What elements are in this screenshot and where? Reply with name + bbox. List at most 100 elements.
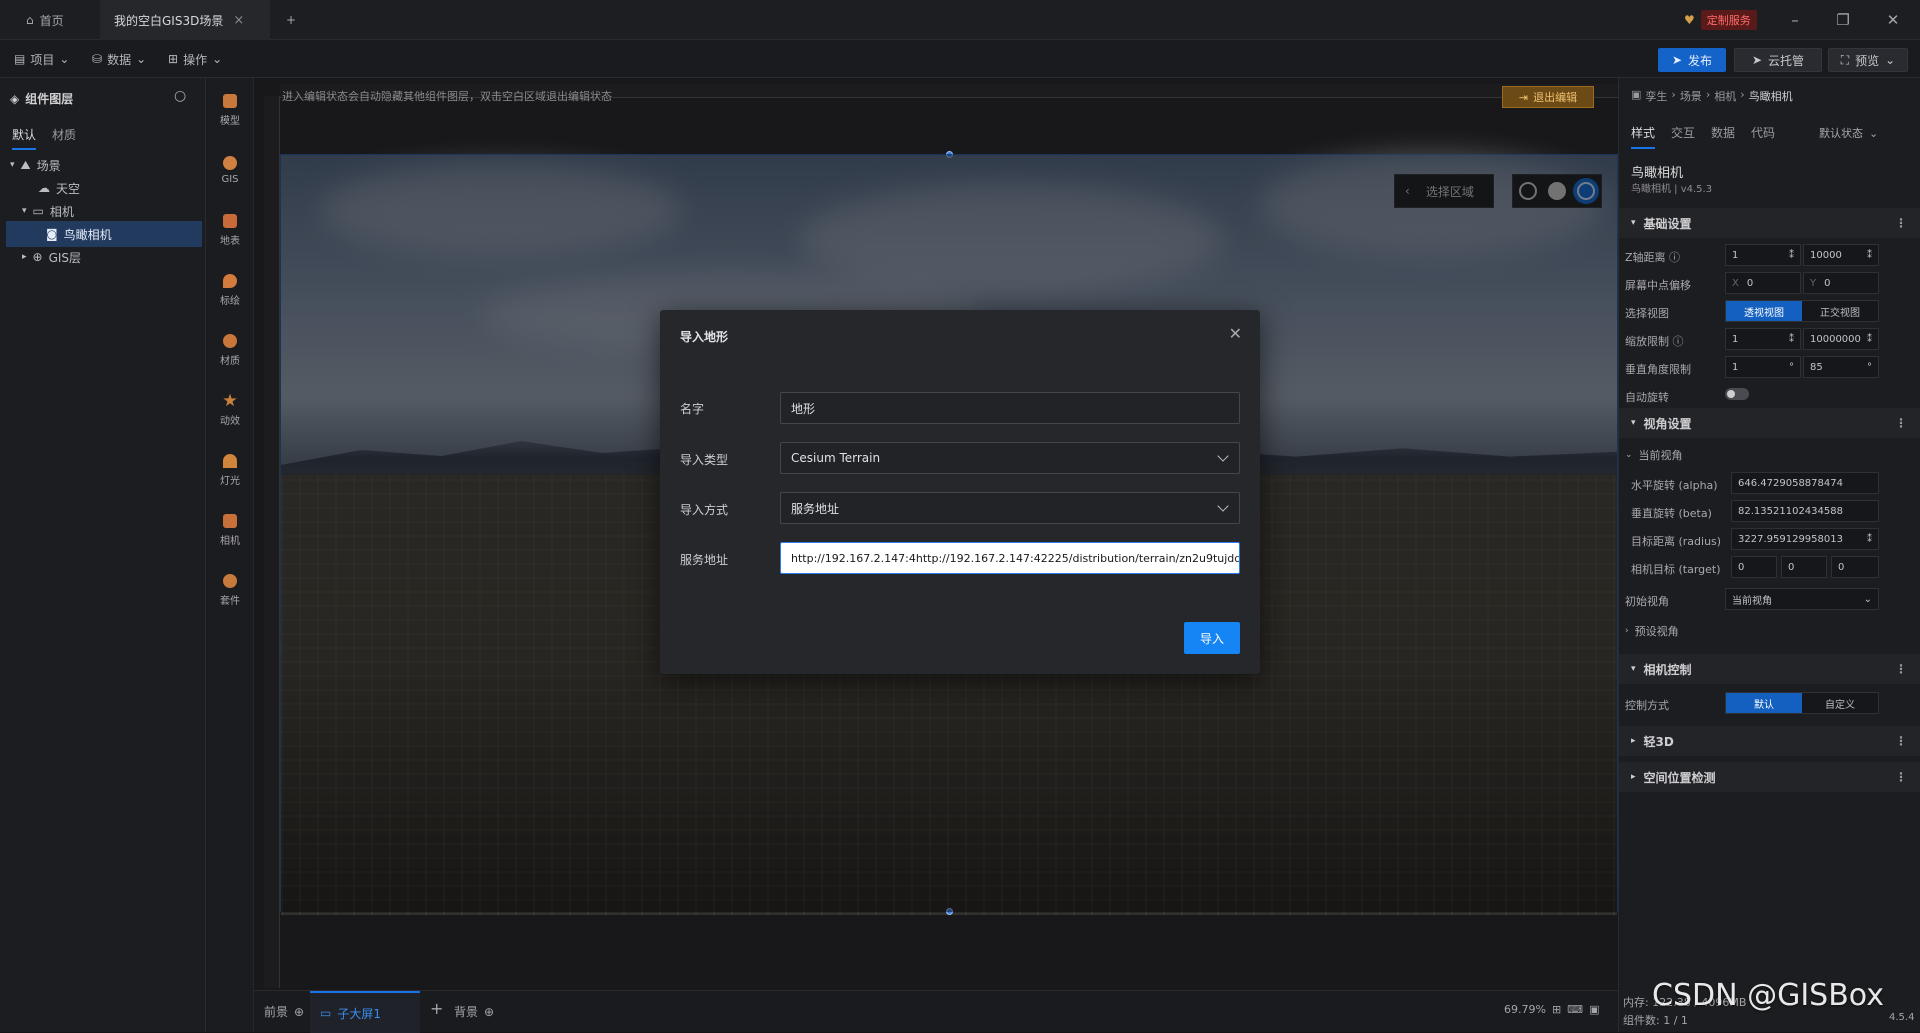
offset-x-input[interactable]: X0 (1725, 272, 1801, 294)
beta-input[interactable]: 82.13521102434588 (1731, 500, 1879, 522)
breadcrumb-item[interactable]: 场景 (1680, 88, 1702, 104)
control-method-select[interactable]: 默认 自定义 (1725, 692, 1879, 714)
add-circle-icon[interactable]: ⊕ (294, 1005, 304, 1019)
service-url-field[interactable]: http://192.167.2.147:4http://192.167.2.1… (780, 542, 1240, 574)
view-select[interactable]: 透视视图 正交视图 (1725, 300, 1879, 322)
minimize-button[interactable]: – (1772, 0, 1818, 40)
tab-document[interactable]: 我的空白GIS3D场景 × (100, 0, 270, 40)
import-type-select[interactable]: Cesium Terrain (780, 442, 1240, 474)
front-layer-tab[interactable]: 前景 ⊕ (264, 1003, 304, 1020)
custom-service-link[interactable]: ♥ 定制服务 (1684, 10, 1757, 30)
tab-data[interactable]: 数据 (1711, 124, 1735, 149)
state-value: 默认状态 (1819, 127, 1863, 140)
rail-item-effects[interactable]: 动效 (206, 384, 254, 436)
preset-view-group[interactable]: › 预设视角 (1625, 618, 1915, 644)
tab-code[interactable]: 代码 (1751, 124, 1775, 149)
rail-label: 标绘 (220, 295, 240, 307)
terminal-icon[interactable]: ▣ (1589, 1003, 1599, 1016)
z-min-input[interactable]: 1 ⁑ (1725, 244, 1801, 266)
prop-label: Z轴距离 ⓘ (1625, 251, 1681, 264)
preview-label: 预览 (1855, 53, 1880, 68)
tab-interaction[interactable]: 交互 (1671, 124, 1695, 149)
offset-y-input[interactable]: Y0 (1803, 272, 1879, 294)
new-tab-button[interactable]: + (272, 0, 310, 40)
more-icon[interactable]: ⋮ (1895, 662, 1907, 676)
name-field[interactable]: 地形 (780, 392, 1240, 424)
back-layer-tab[interactable]: 背景 ⊕ (454, 1003, 494, 1020)
alpha-input[interactable]: 646.4729058878474 (1731, 472, 1879, 494)
menu-project[interactable]: ▤ 项目 ⌄ (14, 48, 69, 70)
close-window-button[interactable]: ✕ (1870, 0, 1916, 40)
tab-style[interactable]: 样式 (1631, 124, 1656, 149)
auto-rotate-toggle[interactable] (1725, 388, 1749, 400)
rail-item-camera[interactable]: 相机 (206, 504, 254, 556)
default-option[interactable]: 默认 (1726, 693, 1802, 713)
menu-data[interactable]: ⛁ 数据 ⌄ (92, 48, 146, 70)
rail-item-gis[interactable]: GIS (206, 144, 254, 196)
target-y-input[interactable]: 0 (1781, 556, 1827, 578)
tree-item-label: 鸟瞰相机 (63, 227, 112, 242)
import-button[interactable]: 导入 (1184, 622, 1240, 654)
z-max-input[interactable]: 10000 ⁑ (1803, 244, 1879, 266)
rail-item-terrain[interactable]: 地表 (206, 204, 254, 256)
component-version: 鸟瞰相机 | v4.5.3 (1631, 184, 1713, 195)
more-icon[interactable]: ⋮ (1895, 416, 1907, 430)
tab-home[interactable]: ⌂ 首页 (12, 0, 78, 40)
screen-tab[interactable]: ▭ 子大屏1 (310, 991, 420, 1033)
more-icon[interactable]: ⋮ (1895, 734, 1907, 748)
rail-item-marker[interactable]: 标绘 (206, 264, 254, 316)
section-title: 视角设置 (1643, 416, 1692, 431)
tab-default[interactable]: 默认 (12, 126, 37, 150)
add-circle-icon[interactable]: ⊕ (484, 1005, 494, 1019)
cloud-button[interactable]: ➤ 云托管 (1734, 48, 1822, 72)
close-tab-icon[interactable]: × (233, 13, 244, 28)
more-icon[interactable]: ⋮ (1895, 216, 1907, 230)
perspective-option[interactable]: 透视视图 (1726, 301, 1802, 321)
tree-item-gis-layer[interactable]: ▸ ⊕ GIS层 (22, 244, 198, 270)
maximize-button[interactable]: ❐ (1820, 0, 1866, 40)
import-method-select[interactable]: 服务地址 (780, 492, 1240, 524)
search-icon[interactable]: ○ (174, 88, 186, 104)
current-view-group[interactable]: ⌄ 当前视角 (1625, 442, 1915, 468)
state-select[interactable]: 默认状态 ⌄ (1819, 122, 1909, 144)
keyboard-icon[interactable]: ⌨ (1567, 1003, 1583, 1016)
camera-icon: ◙ (46, 227, 58, 241)
zoom-level[interactable]: 69.79% ⊞ ⌨ ▣ (1504, 1003, 1599, 1016)
orthographic-option[interactable]: 正交视图 (1802, 301, 1878, 321)
breadcrumb-item[interactable]: 鸟瞰相机 (1749, 88, 1793, 104)
name-label: 名字 (680, 402, 705, 416)
vangle-min-input[interactable]: 1 ° (1725, 356, 1801, 378)
rail-item-model[interactable]: 模型 (206, 84, 254, 136)
zoom-min-input[interactable]: 1 ⁑ (1725, 328, 1801, 350)
tab-material[interactable]: 材质 (52, 126, 76, 150)
exit-edit-button[interactable]: ⇥ 退出编辑 (1502, 86, 1594, 108)
rail-item-material[interactable]: 材质 (206, 324, 254, 376)
breadcrumb-item[interactable]: 孪生 (1645, 88, 1667, 104)
rail-item-light[interactable]: 灯光 (206, 444, 254, 496)
menu-ops[interactable]: ⊞ 操作 ⌄ (168, 48, 222, 70)
custom-option[interactable]: 自定义 (1802, 693, 1878, 713)
more-icon[interactable]: ⋮ (1895, 770, 1907, 784)
target-x-input[interactable]: 0 (1731, 556, 1777, 578)
breadcrumb-sep: › (1740, 88, 1745, 101)
section-spatial-check[interactable]: ▸ 空间位置检测 ⋮ (1619, 762, 1920, 792)
initial-view-select[interactable]: 当前视角 ⌄ (1725, 588, 1879, 610)
rail-item-kit[interactable]: 套件 (206, 564, 254, 616)
section-camera-control[interactable]: ▾ 相机控制 ⋮ (1619, 654, 1920, 684)
section-basic[interactable]: ▾ 基础设置 ⋮ (1619, 208, 1920, 238)
section-view[interactable]: ▾ 视角设置 ⋮ (1619, 408, 1920, 438)
section-light3d[interactable]: ▸ 轻3D ⋮ (1619, 726, 1920, 756)
vangle-max-input[interactable]: 85 ° (1803, 356, 1879, 378)
preview-button[interactable]: ⛶ 预览 ⌄ (1828, 48, 1908, 72)
zoom-max-input[interactable]: 10000000 ⁑ (1803, 328, 1879, 350)
radius-input[interactable]: 3227.959129958013 ⁑ (1731, 528, 1879, 550)
prop-label: 垂直角度限制 (1625, 363, 1691, 376)
rail-label: 模型 (220, 115, 240, 127)
add-screen-button[interactable]: + (430, 999, 443, 1018)
close-icon[interactable]: ✕ (1229, 324, 1242, 343)
fit-icon[interactable]: ⊞ (1552, 1003, 1561, 1016)
publish-button[interactable]: ➤ 发布 (1658, 48, 1726, 72)
target-z-input[interactable]: 0 (1831, 556, 1879, 578)
breadcrumb-item[interactable]: 相机 (1714, 88, 1736, 104)
terrain-icon (223, 213, 237, 228)
